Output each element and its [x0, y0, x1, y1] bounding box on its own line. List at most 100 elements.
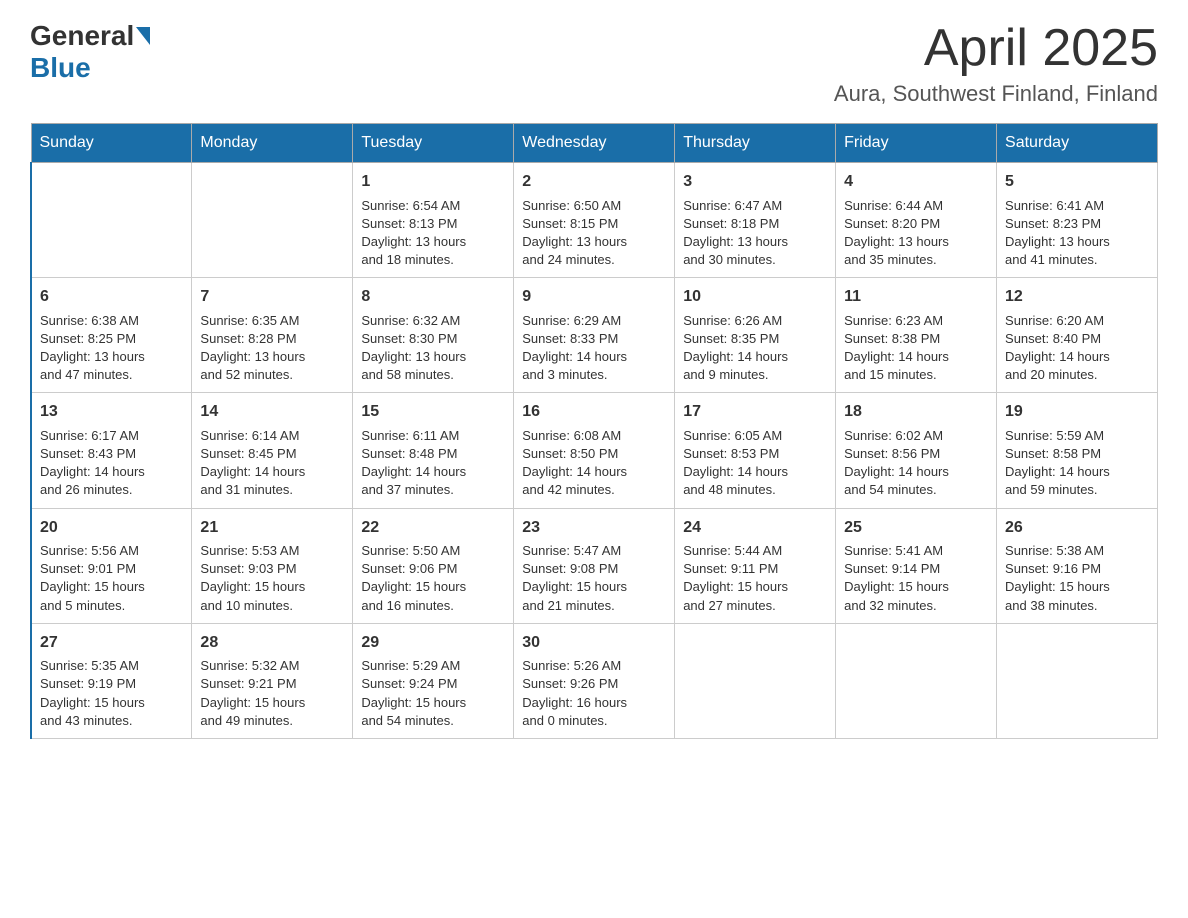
day-number: 13 [40, 401, 183, 423]
day-number: 3 [683, 171, 827, 193]
day-number: 18 [844, 401, 988, 423]
day-number: 21 [200, 517, 344, 539]
calendar-cell [31, 163, 192, 278]
calendar-cell: 25 Sunrise: 5:41 AM Sunset: 9:14 PM Dayli… [836, 508, 997, 623]
day-number: 11 [844, 286, 988, 308]
calendar-header-tuesday: Tuesday [353, 124, 514, 163]
calendar-header-saturday: Saturday [997, 124, 1158, 163]
calendar-header-sunday: Sunday [31, 124, 192, 163]
day-number: 10 [683, 286, 827, 308]
day-number: 4 [844, 171, 988, 193]
calendar-week-row: 27 Sunrise: 5:35 AM Sunset: 9:19 PM Dayli… [31, 623, 1158, 738]
calendar-cell: 28 Sunrise: 5:32 AM Sunset: 9:21 PM Dayli… [192, 623, 353, 738]
day-info: Sunrise: 6:47 AM Sunset: 8:18 PM Dayligh… [683, 197, 827, 270]
calendar-cell: 22 Sunrise: 5:50 AM Sunset: 9:06 PM Dayli… [353, 508, 514, 623]
day-number: 14 [200, 401, 344, 423]
day-info: Sunrise: 5:50 AM Sunset: 9:06 PM Dayligh… [361, 542, 505, 615]
day-info: Sunrise: 5:32 AM Sunset: 9:21 PM Dayligh… [200, 657, 344, 730]
day-number: 7 [200, 286, 344, 308]
day-info: Sunrise: 6:35 AM Sunset: 8:28 PM Dayligh… [200, 312, 344, 385]
calendar-cell: 24Sunrise: 5:44 AM Sunset: 9:11 PM Dayli… [675, 508, 836, 623]
month-title: April 2025 [834, 20, 1158, 77]
calendar-header-thursday: Thursday [675, 124, 836, 163]
day-number: 26 [1005, 517, 1149, 539]
calendar-cell: 30 Sunrise: 5:26 AM Sunset: 9:26 PM Dayli… [514, 623, 675, 738]
day-info: Sunrise: 6:38 AM Sunset: 8:25 PM Dayligh… [40, 312, 183, 385]
day-number: 29 [361, 632, 505, 654]
calendar-week-row: 6 Sunrise: 6:38 AM Sunset: 8:25 PM Daylig… [31, 278, 1158, 393]
day-number: 5 [1005, 171, 1149, 193]
day-info: Sunrise: 6:44 AM Sunset: 8:20 PM Dayligh… [844, 197, 988, 270]
calendar-cell: 19 Sunrise: 5:59 AM Sunset: 8:58 PM Dayli… [997, 393, 1158, 508]
day-info: Sunrise: 5:47 AM Sunset: 9:08 PM Dayligh… [522, 542, 666, 615]
day-number: 30 [522, 632, 666, 654]
day-info: Sunrise: 6:02 AM Sunset: 8:56 PM Dayligh… [844, 427, 988, 500]
title-block: April 2025 Aura, Southwest Finland, Finl… [834, 20, 1158, 107]
calendar-table: SundayMondayTuesdayWednesdayThursdayFrid… [30, 123, 1158, 739]
day-number: 22 [361, 517, 505, 539]
day-info: Sunrise: 6:17 AM Sunset: 8:43 PM Dayligh… [40, 427, 183, 500]
calendar-header-wednesday: Wednesday [514, 124, 675, 163]
day-number: 8 [361, 286, 505, 308]
day-info: Sunrise: 5:29 AM Sunset: 9:24 PM Dayligh… [361, 657, 505, 730]
day-number: 27 [40, 632, 183, 654]
day-number: 19 [1005, 401, 1149, 423]
day-info: Sunrise: 6:20 AM Sunset: 8:40 PM Dayligh… [1005, 312, 1149, 385]
day-info: Sunrise: 6:08 AM Sunset: 8:50 PM Dayligh… [522, 427, 666, 500]
calendar-week-row: 20Sunrise: 5:56 AM Sunset: 9:01 PM Dayli… [31, 508, 1158, 623]
day-info: Sunrise: 6:14 AM Sunset: 8:45 PM Dayligh… [200, 427, 344, 500]
day-number: 6 [40, 286, 183, 308]
day-info: Sunrise: 6:41 AM Sunset: 8:23 PM Dayligh… [1005, 197, 1149, 270]
calendar-cell: 6 Sunrise: 6:38 AM Sunset: 8:25 PM Daylig… [31, 278, 192, 393]
day-info: Sunrise: 5:59 AM Sunset: 8:58 PM Dayligh… [1005, 427, 1149, 500]
calendar-cell: 27 Sunrise: 5:35 AM Sunset: 9:19 PM Dayli… [31, 623, 192, 738]
day-number: 16 [522, 401, 666, 423]
logo-triangle-icon [136, 27, 150, 45]
calendar-cell [675, 623, 836, 738]
calendar-cell: 10Sunrise: 6:26 AM Sunset: 8:35 PM Dayli… [675, 278, 836, 393]
logo: General Blue [30, 20, 152, 84]
calendar-cell: 14 Sunrise: 6:14 AM Sunset: 8:45 PM Dayli… [192, 393, 353, 508]
calendar-cell [192, 163, 353, 278]
location-title: Aura, Southwest Finland, Finland [834, 81, 1158, 107]
day-info: Sunrise: 5:56 AM Sunset: 9:01 PM Dayligh… [40, 542, 183, 615]
calendar-week-row: 1 Sunrise: 6:54 AM Sunset: 8:13 PM Daylig… [31, 163, 1158, 278]
calendar-cell: 21Sunrise: 5:53 AM Sunset: 9:03 PM Dayli… [192, 508, 353, 623]
day-info: Sunrise: 5:38 AM Sunset: 9:16 PM Dayligh… [1005, 542, 1149, 615]
day-info: Sunrise: 6:32 AM Sunset: 8:30 PM Dayligh… [361, 312, 505, 385]
day-info: Sunrise: 5:26 AM Sunset: 9:26 PM Dayligh… [522, 657, 666, 730]
day-info: Sunrise: 6:54 AM Sunset: 8:13 PM Dayligh… [361, 197, 505, 270]
calendar-cell: 3 Sunrise: 6:47 AM Sunset: 8:18 PM Daylig… [675, 163, 836, 278]
day-info: Sunrise: 5:41 AM Sunset: 9:14 PM Dayligh… [844, 542, 988, 615]
day-number: 28 [200, 632, 344, 654]
calendar-cell: 17Sunrise: 6:05 AM Sunset: 8:53 PM Dayli… [675, 393, 836, 508]
calendar-header-monday: Monday [192, 124, 353, 163]
calendar-cell: 7 Sunrise: 6:35 AM Sunset: 8:28 PM Daylig… [192, 278, 353, 393]
calendar-cell: 13 Sunrise: 6:17 AM Sunset: 8:43 PM Dayli… [31, 393, 192, 508]
day-info: Sunrise: 6:23 AM Sunset: 8:38 PM Dayligh… [844, 312, 988, 385]
calendar-cell: 26 Sunrise: 5:38 AM Sunset: 9:16 PM Dayli… [997, 508, 1158, 623]
logo-blue-text: Blue [30, 52, 91, 84]
calendar-cell [836, 623, 997, 738]
calendar-cell [997, 623, 1158, 738]
day-number: 25 [844, 517, 988, 539]
day-number: 1 [361, 171, 505, 193]
calendar-cell: 15 Sunrise: 6:11 AM Sunset: 8:48 PM Dayli… [353, 393, 514, 508]
day-number: 9 [522, 286, 666, 308]
calendar-cell: 16 Sunrise: 6:08 AM Sunset: 8:50 PM Dayli… [514, 393, 675, 508]
logo-general-text: General [30, 20, 134, 52]
calendar-cell: 11 Sunrise: 6:23 AM Sunset: 8:38 PM Dayli… [836, 278, 997, 393]
day-info: Sunrise: 5:35 AM Sunset: 9:19 PM Dayligh… [40, 657, 183, 730]
calendar-header-friday: Friday [836, 124, 997, 163]
day-number: 12 [1005, 286, 1149, 308]
calendar-cell: 4 Sunrise: 6:44 AM Sunset: 8:20 PM Daylig… [836, 163, 997, 278]
calendar-week-row: 13 Sunrise: 6:17 AM Sunset: 8:43 PM Dayli… [31, 393, 1158, 508]
day-number: 23 [522, 517, 666, 539]
day-info: Sunrise: 6:11 AM Sunset: 8:48 PM Dayligh… [361, 427, 505, 500]
calendar-cell: 2Sunrise: 6:50 AM Sunset: 8:15 PM Daylig… [514, 163, 675, 278]
calendar-cell: 8 Sunrise: 6:32 AM Sunset: 8:30 PM Daylig… [353, 278, 514, 393]
day-number: 15 [361, 401, 505, 423]
day-number: 17 [683, 401, 827, 423]
page-header: General Blue April 2025 Aura, Southwest … [30, 20, 1158, 107]
calendar-cell: 12 Sunrise: 6:20 AM Sunset: 8:40 PM Dayli… [997, 278, 1158, 393]
